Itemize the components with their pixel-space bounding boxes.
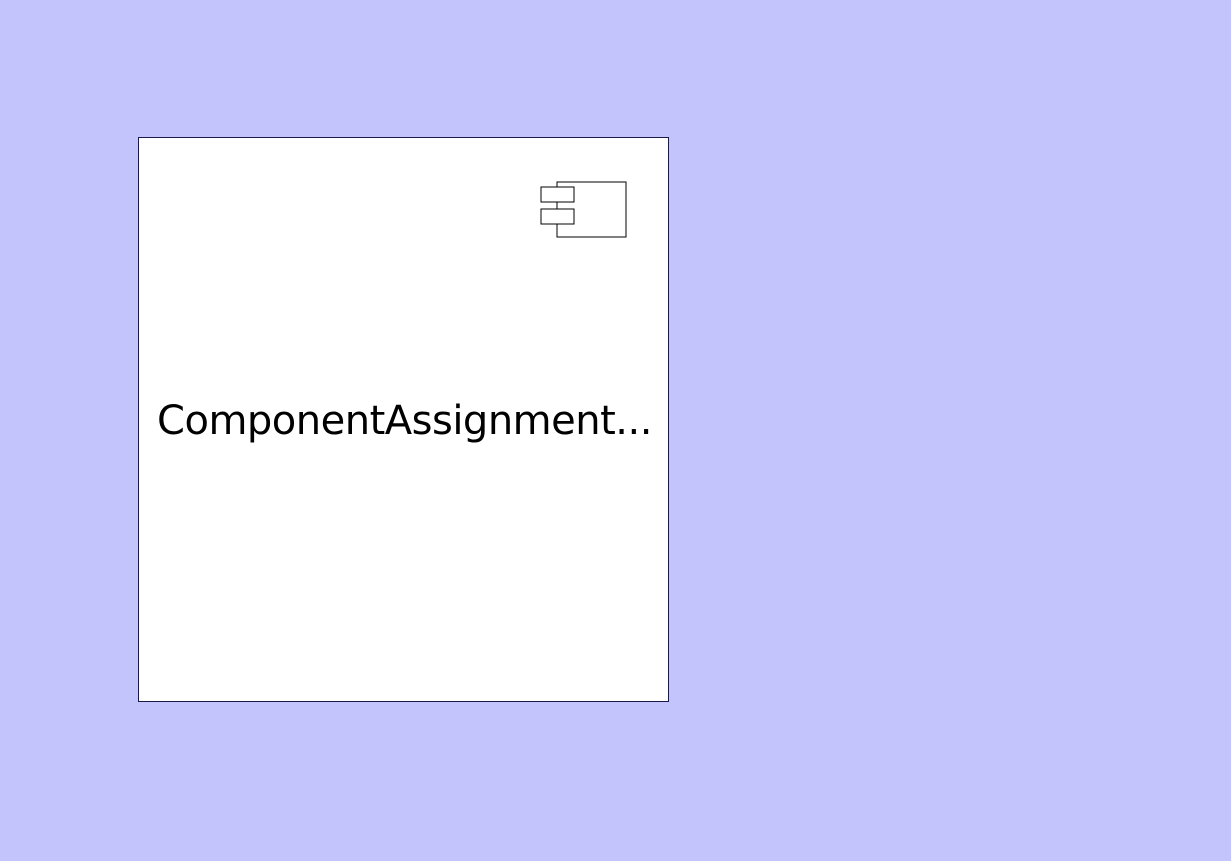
component-node[interactable]: ComponentAssignment...: [138, 137, 669, 702]
component-name-label: ComponentAssignment...: [157, 398, 652, 444]
diagram-canvas[interactable]: ComponentAssignment...: [0, 0, 1231, 861]
uml-component-icon: [540, 181, 627, 238]
